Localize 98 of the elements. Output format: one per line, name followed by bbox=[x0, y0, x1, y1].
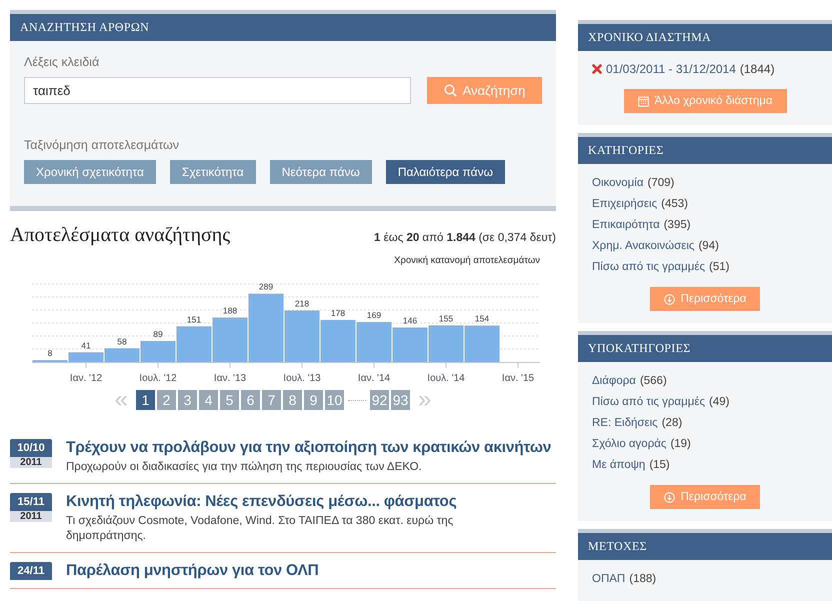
article-title[interactable]: Παρέλαση μνηστήρων για τον ΟΛΠ bbox=[66, 562, 319, 580]
date-range-button[interactable]: Άλλο χρονικό διάστημα bbox=[624, 89, 786, 113]
result-count: (1844) bbox=[740, 62, 775, 76]
article-date: 10/10 bbox=[10, 439, 52, 457]
sort-button[interactable]: Χρονική σχετικότητα bbox=[24, 160, 156, 184]
sidebar-title: ΜΕΤΟΧΕΣ bbox=[578, 529, 832, 560]
article-year: 2011 bbox=[10, 457, 52, 468]
article-date: 24/11 bbox=[10, 562, 52, 580]
down-circle-icon bbox=[664, 492, 675, 502]
page-link[interactable]: 1 bbox=[136, 390, 155, 410]
field-label: Ταξινόμηση αποτελεσμάτων bbox=[24, 138, 180, 152]
filter-link[interactable]: Με άποψη bbox=[592, 458, 646, 470]
bar-value: 178 bbox=[330, 308, 346, 318]
bar-value: 154 bbox=[474, 314, 490, 324]
axis-label: Ιουλ. '13 bbox=[283, 373, 321, 384]
date-range: 01/03/2011 - 31/12/2014 bbox=[606, 62, 736, 76]
bar-value: 169 bbox=[366, 310, 382, 320]
sort-button[interactable]: Παλαιότερα πάνω bbox=[386, 160, 505, 184]
page-link[interactable]: 4 bbox=[199, 390, 218, 410]
filter-count: (395) bbox=[664, 218, 691, 230]
filter-link[interactable]: Πίσω από τις γραμμές bbox=[592, 396, 706, 408]
article-summary: Τι σχεδιάζουν Cosmote, Vodafone, Wind. Στο ΤΑΙΠΕΔ τα 380 εκατ. ευρώ της δημοπράτησης. bbox=[66, 514, 454, 544]
chart-bar bbox=[464, 326, 500, 362]
page-link[interactable]: 7 bbox=[262, 390, 281, 410]
filter-link[interactable]: RE: Ειδήσεις bbox=[592, 416, 658, 428]
filter-link[interactable]: Σχόλιο αγοράς bbox=[592, 438, 666, 450]
article-summary: Προχωρούν οι διαδικασίες για την πώληση της περιουσίας των ΔΕΚΟ. bbox=[66, 460, 423, 475]
bar-value: 218 bbox=[294, 298, 310, 308]
axis-label: Ιαν. '12 bbox=[70, 373, 102, 384]
axis-label: Ιαν. '15 bbox=[502, 373, 534, 384]
filter-count: (453) bbox=[661, 198, 688, 210]
filter-count: (709) bbox=[647, 176, 674, 188]
results-count: 1 έως 20 από 1.844 (σε 0,374 δευτ) bbox=[374, 232, 556, 244]
bar-value: 41 bbox=[81, 340, 91, 350]
filter-count: (49) bbox=[709, 396, 730, 408]
sidebar-title: ΧΡΟΝΙΚΟ ΔΙΑΣΤΗΜΑ bbox=[578, 20, 832, 51]
search-icon bbox=[444, 84, 457, 97]
article-date: 15/11 bbox=[10, 493, 52, 511]
page-link[interactable]: 92 bbox=[370, 390, 389, 410]
filter-count: (19) bbox=[670, 438, 691, 450]
article-year: 2011 bbox=[10, 511, 52, 522]
bar-value: 155 bbox=[438, 313, 454, 324]
bar-value: 146 bbox=[402, 316, 418, 326]
chart-bar bbox=[284, 310, 320, 362]
search-button[interactable]: Αναζήτηση bbox=[427, 77, 542, 104]
field-label: Λέξεις κλειδιά bbox=[24, 55, 100, 69]
filter-link[interactable]: Επιχειρήσεις bbox=[592, 198, 658, 210]
bar-value: 188 bbox=[222, 306, 238, 316]
sidebar-title: ΚΑΤΗΓΟΡΙΕΣ bbox=[578, 133, 832, 164]
filter-link[interactable]: Διάφορα bbox=[592, 374, 636, 386]
filter-link[interactable]: Χρημ. Ανακοινώσεις bbox=[592, 240, 694, 252]
chart-bar bbox=[392, 328, 428, 362]
page-link[interactable]: 93 bbox=[391, 390, 410, 410]
page-link[interactable]: 10 bbox=[325, 390, 344, 410]
keywords-field[interactable]: ταιπεδ bbox=[24, 77, 411, 104]
panel-title: ΑΝΑΖΗΤΗΣΗ ΑΡΘΡΩΝ bbox=[10, 10, 556, 41]
axis-label: Ιουλ. '12 bbox=[139, 373, 177, 384]
bar-value: 89 bbox=[153, 328, 163, 339]
filter-count: (188) bbox=[629, 572, 656, 584]
results-heading: Αποτελέσματα αναζήτησης bbox=[10, 224, 230, 247]
filter-link[interactable]: Οικονομία bbox=[592, 176, 644, 188]
sidebar-title: ΥΠΟΚΑΤΗΓΟΡΙΕΣ bbox=[578, 331, 832, 362]
page-link[interactable]: 6 bbox=[241, 390, 260, 410]
filter-link[interactable]: ΟΠΑΠ bbox=[592, 572, 626, 584]
bar-value: 289 bbox=[258, 282, 274, 292]
down-circle-icon bbox=[664, 294, 675, 304]
calendar-icon bbox=[638, 96, 648, 106]
article-title[interactable]: Κινητή τηλεφωνία: Νέες επενδύσεις μέσω... φάσματος bbox=[66, 493, 506, 511]
article-title[interactable]: Τρέχουν να προλάβουν για την αξιοποίηση των κρατικών ακινήτων bbox=[66, 439, 552, 457]
bar-value: 58 bbox=[117, 336, 127, 346]
more-button[interactable]: Περισσότερα bbox=[650, 287, 760, 311]
axis-label: Ιαν. '14 bbox=[358, 373, 390, 384]
chart-bar bbox=[356, 322, 392, 362]
page-link[interactable]: 8 bbox=[283, 390, 302, 410]
chart-bar bbox=[320, 320, 356, 362]
page-arrow[interactable]: » bbox=[412, 390, 438, 410]
filter-link[interactable]: Πίσω από τις γραμμές bbox=[592, 260, 706, 272]
sort-button[interactable]: Σχετικότητα bbox=[170, 160, 256, 184]
page-arrow[interactable]: « bbox=[108, 390, 134, 410]
axis-label: Ιαν. '13 bbox=[214, 373, 246, 384]
filter-count: (15) bbox=[649, 458, 670, 470]
page-link[interactable]: 3 bbox=[178, 390, 197, 410]
chart-bar bbox=[428, 325, 464, 362]
filter-count: (94) bbox=[698, 240, 719, 252]
chart-caption: Χρονική κατανομή αποτελεσμάτων bbox=[393, 255, 541, 266]
sort-button[interactable]: Νεότερα πάνω bbox=[270, 160, 372, 184]
page-link[interactable]: 2 bbox=[157, 390, 176, 410]
more-button[interactable]: Περισσότερα bbox=[650, 485, 760, 509]
page-link[interactable]: 5 bbox=[220, 390, 239, 410]
axis-label: Ιουλ. '14 bbox=[427, 373, 465, 384]
filter-count: (28) bbox=[662, 416, 682, 428]
filter-link[interactable]: Επικαιρότητα bbox=[592, 218, 660, 230]
filter-count: (566) bbox=[640, 374, 667, 386]
remove-icon[interactable] bbox=[592, 64, 602, 74]
bar-value: 8 bbox=[48, 348, 52, 358]
filter-count: (51) bbox=[709, 260, 730, 272]
page-link[interactable]: 9 bbox=[304, 390, 323, 410]
bar-value: 151 bbox=[186, 314, 202, 324]
